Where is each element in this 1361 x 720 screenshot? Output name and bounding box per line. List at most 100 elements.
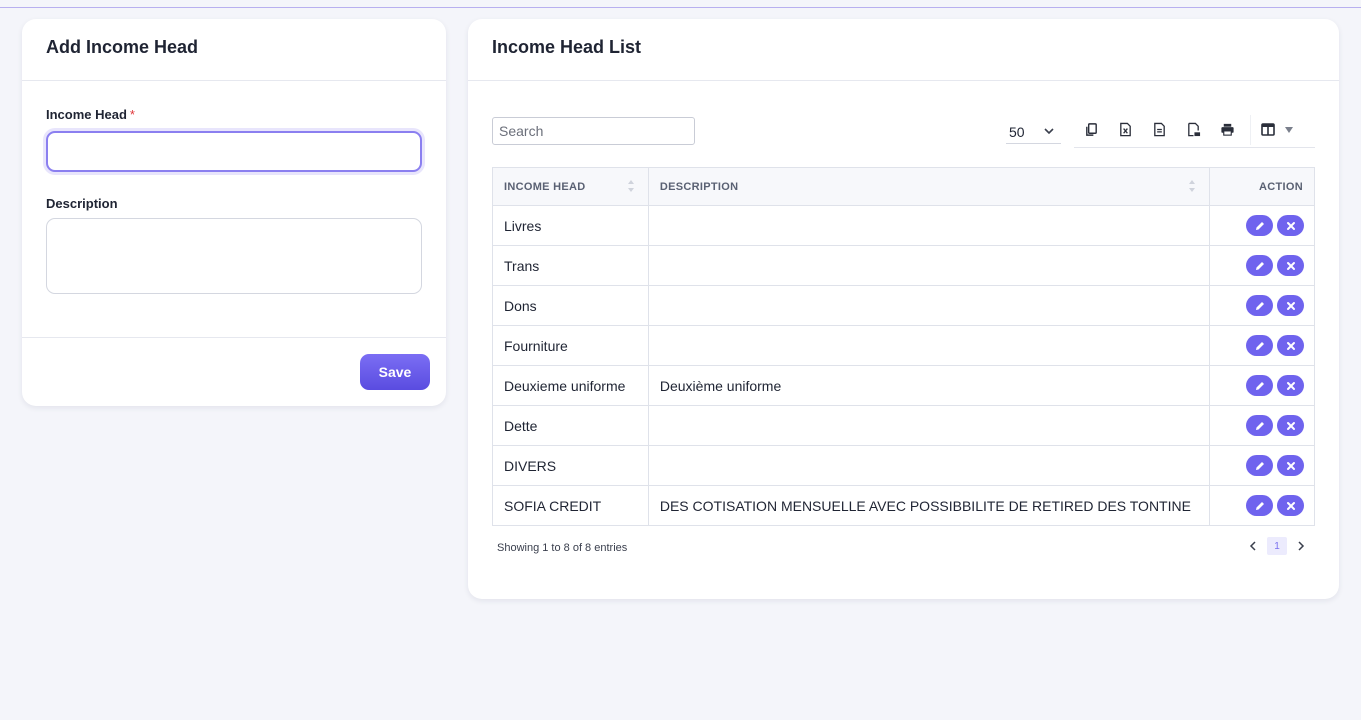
add-income-head-card: Add Income Head Income Head * Description… bbox=[22, 19, 446, 406]
close-icon bbox=[1286, 501, 1295, 510]
edit-button[interactable] bbox=[1246, 495, 1273, 516]
edit-button[interactable] bbox=[1246, 255, 1273, 276]
column-header-description-label: DESCRIPTION bbox=[659, 180, 739, 193]
pencil-icon bbox=[1255, 341, 1264, 350]
delete-button[interactable] bbox=[1277, 455, 1304, 476]
cell-action bbox=[1209, 445, 1315, 486]
caret-down-icon bbox=[1284, 126, 1293, 133]
cell-description: DES COTISATION MENSUELLE AVEC POSSIBBILI… bbox=[647, 485, 1211, 526]
pdf-button[interactable] bbox=[1176, 115, 1210, 145]
cell-action bbox=[1209, 365, 1315, 406]
close-icon bbox=[1286, 381, 1295, 390]
csv-button[interactable] bbox=[1142, 115, 1176, 145]
delete-button[interactable] bbox=[1277, 215, 1304, 236]
csv-icon bbox=[1153, 122, 1165, 137]
page-number-button[interactable]: 1 bbox=[1267, 537, 1287, 555]
table-row: Dons bbox=[492, 285, 1315, 326]
add-form-footer: Save bbox=[22, 338, 446, 406]
cell-action bbox=[1209, 405, 1315, 446]
copy-icon bbox=[1085, 123, 1097, 136]
cell-action bbox=[1209, 205, 1315, 246]
chevron-left-icon bbox=[1249, 540, 1256, 551]
chevron-down-icon bbox=[1044, 128, 1054, 135]
delete-button[interactable] bbox=[1277, 415, 1304, 436]
pencil-icon bbox=[1255, 501, 1264, 510]
list-card-title: Income Head List bbox=[492, 37, 642, 57]
cell-action bbox=[1209, 325, 1315, 366]
chevron-right-icon bbox=[1298, 540, 1305, 551]
cell-description bbox=[647, 445, 1211, 486]
save-button[interactable]: Save bbox=[360, 354, 430, 390]
sort-icon bbox=[1189, 180, 1196, 192]
row-actions bbox=[1246, 215, 1304, 236]
cell-action bbox=[1209, 245, 1315, 286]
delete-button[interactable] bbox=[1277, 495, 1304, 516]
edit-button[interactable] bbox=[1246, 375, 1273, 396]
pdf-icon bbox=[1187, 122, 1200, 137]
edit-button[interactable] bbox=[1246, 335, 1273, 356]
table-row: Fourniture bbox=[492, 325, 1315, 366]
delete-button[interactable] bbox=[1277, 375, 1304, 396]
edit-button[interactable] bbox=[1246, 215, 1273, 236]
table-row: SOFIA CREDIT DES COTISATION MENSUELLE AVE… bbox=[492, 485, 1315, 526]
row-actions bbox=[1246, 255, 1304, 276]
delete-button[interactable] bbox=[1277, 255, 1304, 276]
edit-button[interactable] bbox=[1246, 415, 1273, 436]
delete-button[interactable] bbox=[1277, 295, 1304, 316]
cell-description bbox=[647, 325, 1211, 366]
pencil-icon bbox=[1255, 421, 1264, 430]
row-actions bbox=[1246, 495, 1304, 516]
table-row: Deuxieme uniforme Deuxième uniforme bbox=[492, 365, 1315, 406]
close-icon bbox=[1286, 261, 1295, 270]
cell-income-head: Trans bbox=[492, 245, 649, 286]
column-visibility-button[interactable] bbox=[1250, 114, 1302, 145]
table-info: Showing 1 to 8 of 8 entries bbox=[497, 542, 628, 554]
pencil-icon bbox=[1255, 301, 1264, 310]
column-visibility-icon bbox=[1260, 123, 1275, 136]
pencil-icon bbox=[1255, 381, 1264, 390]
edit-button[interactable] bbox=[1246, 455, 1273, 476]
cell-description bbox=[647, 245, 1211, 286]
description-textarea[interactable] bbox=[46, 218, 422, 294]
row-actions bbox=[1246, 295, 1304, 316]
table-row: Livres bbox=[492, 205, 1315, 246]
print-icon bbox=[1220, 123, 1234, 136]
close-icon bbox=[1286, 221, 1295, 230]
income-head-list-card: Income Head List 50 INCOME HEAD bbox=[468, 19, 1339, 599]
excel-icon bbox=[1119, 122, 1131, 137]
cell-income-head: Fourniture bbox=[492, 325, 649, 366]
row-actions bbox=[1246, 415, 1304, 436]
income-head-input[interactable] bbox=[46, 131, 422, 172]
income-head-label-text: Income Head bbox=[46, 107, 127, 122]
column-header-income-head[interactable]: INCOME HEAD bbox=[492, 167, 649, 206]
sort-icon bbox=[627, 180, 634, 192]
print-button[interactable] bbox=[1210, 115, 1244, 145]
add-form-body: Income Head * Description bbox=[22, 81, 446, 338]
page-size-select[interactable]: 50 bbox=[1006, 120, 1061, 144]
previous-page-button[interactable] bbox=[1249, 538, 1257, 555]
delete-button[interactable] bbox=[1277, 335, 1304, 356]
description-label: Description bbox=[46, 196, 118, 211]
cell-income-head: Dons bbox=[492, 285, 649, 326]
close-icon bbox=[1286, 421, 1295, 430]
copy-button[interactable] bbox=[1074, 115, 1108, 145]
pagination: 1 bbox=[1249, 537, 1305, 555]
table-row: Trans bbox=[492, 245, 1315, 286]
add-card-title: Add Income Head bbox=[46, 37, 199, 57]
income-head-label: Income Head * bbox=[46, 107, 422, 122]
row-actions bbox=[1246, 455, 1304, 476]
search-input[interactable] bbox=[492, 117, 695, 145]
column-header-description[interactable]: DESCRIPTION bbox=[647, 167, 1211, 206]
cell-description: Deuxième uniforme bbox=[647, 365, 1211, 406]
required-mark: * bbox=[129, 107, 135, 122]
pencil-icon bbox=[1255, 261, 1264, 270]
next-page-button[interactable] bbox=[1297, 538, 1305, 555]
pencil-icon bbox=[1255, 461, 1264, 470]
excel-button[interactable] bbox=[1108, 115, 1142, 145]
add-card-header: Add Income Head bbox=[22, 19, 446, 81]
page-size-value: 50 bbox=[1009, 123, 1025, 140]
edit-button[interactable] bbox=[1246, 295, 1273, 316]
list-card-header: Income Head List bbox=[468, 19, 1339, 81]
cell-description bbox=[647, 405, 1211, 446]
pencil-icon bbox=[1255, 221, 1264, 230]
